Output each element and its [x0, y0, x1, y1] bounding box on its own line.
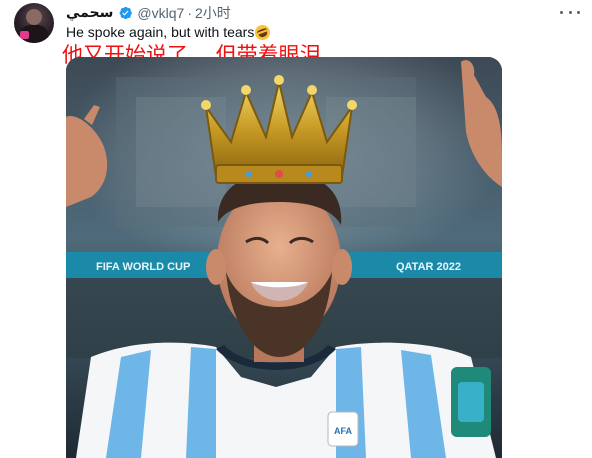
tweet-timestamp[interactable]: 2小时 [195, 3, 231, 23]
avatar[interactable] [14, 3, 54, 43]
tweet-media-photo[interactable]: FIFA WORLD CUP QATAR 2022 AFA [66, 57, 502, 458]
crowned-footballer-photo: FIFA WORLD CUP QATAR 2022 AFA [66, 57, 502, 458]
verified-badge-icon [117, 5, 133, 21]
banner-text: FIFA WORLD CUP [96, 261, 190, 273]
avatar-head [26, 9, 42, 25]
author-display-name[interactable]: سحمي [66, 5, 113, 21]
more-options-icon[interactable] [560, 4, 580, 20]
badge-text: AFA [334, 426, 353, 436]
tweet-text: He spoke again, but with tears [66, 24, 255, 40]
header-separator: · [187, 5, 192, 21]
author-handle[interactable]: @vklq7 [137, 5, 184, 21]
avatar-accent [20, 31, 29, 39]
tweet-body: He spoke again, but with tears [66, 22, 273, 42]
tweet: سحمي @vklq7 · 2小时 He spoke again, but wi… [0, 0, 592, 458]
svg-text:QATAR 2022: QATAR 2022 [396, 261, 461, 273]
tweet-header: سحمي @vklq7 · 2小时 [66, 3, 231, 23]
